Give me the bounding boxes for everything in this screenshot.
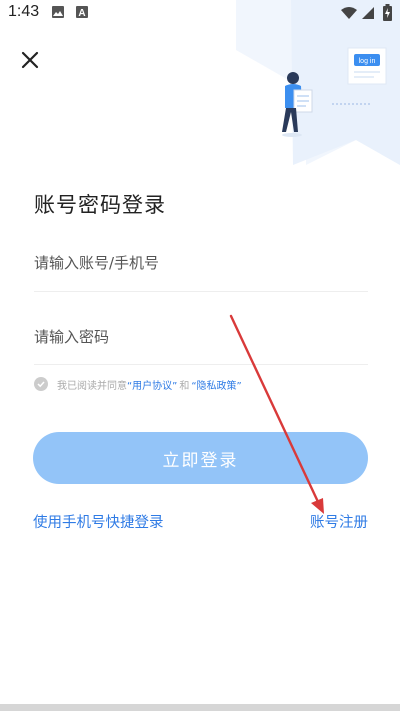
account-input[interactable] [34,248,368,278]
battery-charging-icon [383,4,392,21]
image-icon [52,6,64,18]
agreement-row: 我已阅读并同意 “用户协议” 和 “隐私政策” [34,375,242,393]
close-icon[interactable] [16,46,44,74]
wifi-icon [341,7,357,19]
status-bar: 1:43 A [0,0,400,28]
user-agreement-link[interactable]: “用户协议” [127,377,177,392]
login-screen: log in 1:43 A 账号密码登录 请输入账号/手机号 我已阅读并同意 “… [0,0,400,711]
signal-icon [362,7,374,19]
phone-login-link[interactable]: 使用手机号快捷登录 [33,511,164,532]
home-indicator [0,704,400,711]
page-title: 账号密码登录 [34,193,166,217]
account-divider [34,291,368,292]
status-time: 1:43 [8,3,40,20]
agreement-checkbox[interactable] [34,377,48,391]
log-in-note-label: log in [359,58,376,65]
svg-text:A: A [78,8,85,19]
register-link[interactable]: 账号注册 [310,511,368,532]
login-button[interactable]: 立即登录 [33,432,368,484]
check-icon [37,381,45,388]
agreement-and: 和 [179,380,190,392]
a-letter-icon: A [76,6,88,19]
privacy-policy-link[interactable]: “隐私政策” [191,377,241,392]
password-input[interactable] [34,322,368,352]
password-divider [34,364,368,365]
agreement-prefix: 我已阅读并同意 [57,380,127,392]
